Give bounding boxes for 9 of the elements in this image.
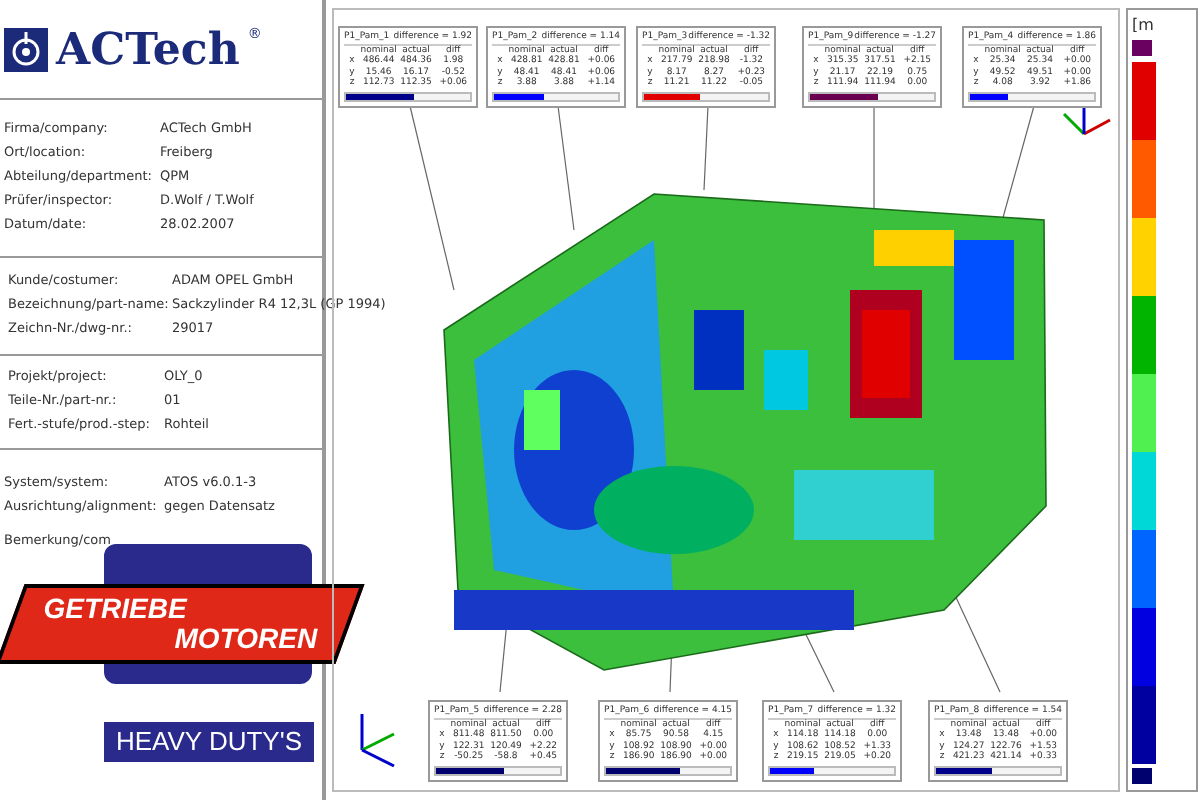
leader-line bbox=[703, 105, 709, 191]
axis-triad-icon bbox=[1062, 106, 1111, 136]
tagline-text: HEAVY DUTY'S bbox=[104, 722, 314, 762]
banner-text: MOTOREN bbox=[173, 624, 317, 654]
axis-triad-icon bbox=[360, 714, 395, 768]
banner-text: GETRIEBE bbox=[43, 594, 190, 624]
company-logo-text: ACTech bbox=[56, 27, 240, 71]
unit-label: [m bbox=[1132, 16, 1156, 36]
leader-line bbox=[557, 105, 575, 231]
